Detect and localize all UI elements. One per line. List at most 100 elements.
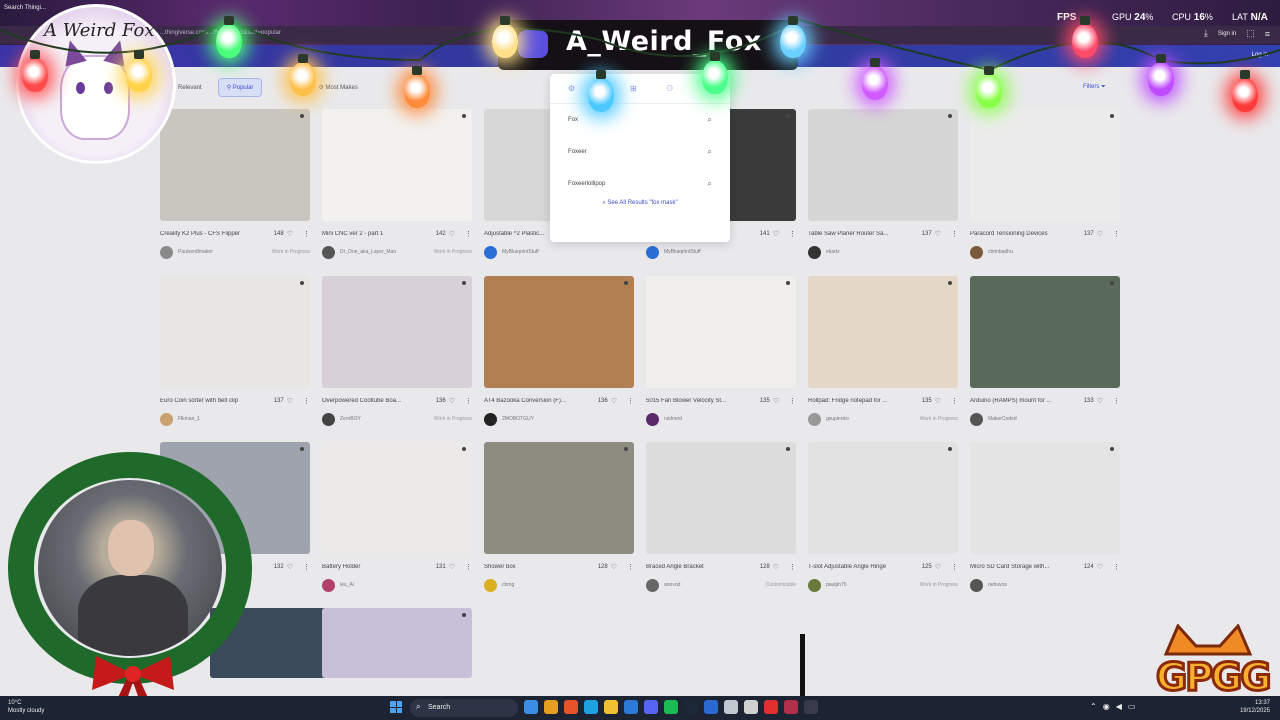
heart-icon[interactable]: ♡ — [287, 397, 293, 405]
avatar[interactable] — [322, 578, 335, 592]
thing-thumbnail[interactable] — [808, 109, 958, 221]
avatar[interactable] — [484, 245, 497, 259]
kebab-menu-icon[interactable]: ⋮ — [1113, 563, 1120, 571]
see-all-results-link[interactable]: ⌕ See All Results "fox mask" — [550, 200, 730, 207]
author-name[interactable]: MakerCoded — [988, 416, 1120, 422]
kebab-menu-icon[interactable]: ⋮ — [303, 563, 310, 571]
thing-card[interactable]: Arduino (RAMPS) mount for ... 133 ♡ ⋮ MakerC… — [970, 276, 1120, 426]
thing-thumbnail[interactable] — [646, 442, 796, 554]
thing-thumbnail[interactable] — [322, 276, 472, 388]
avatar[interactable] — [970, 245, 983, 259]
avatar[interactable] — [484, 412, 497, 426]
author-name[interactable]: ctmnbadhu — [988, 249, 1120, 255]
thing-card[interactable]: AT4 Bazooka Conversion (F)... 136 ♡ ⋮ 2MOBOT… — [484, 276, 634, 426]
avatar[interactable] — [646, 412, 659, 426]
app-icon[interactable] — [724, 700, 738, 714]
thing-thumbnail[interactable] — [646, 276, 796, 388]
author-name[interactable]: Dr_One_aka_Layer_Man — [340, 249, 434, 255]
thing-thumbnail[interactable] — [322, 442, 472, 554]
thing-card[interactable]: 5015 Fan Blower Velocity St... 135 ♡ ⋮ nzdne… — [646, 276, 796, 426]
kebab-menu-icon[interactable]: ⋮ — [789, 230, 796, 238]
thing-title[interactable]: Arduino (RAMPS) mount for ... — [970, 398, 1080, 404]
app-icon[interactable] — [784, 700, 798, 714]
steam-icon[interactable] — [684, 700, 698, 714]
thing-thumbnail[interactable] — [160, 276, 310, 388]
thing-card[interactable]: Euro Coin sorter with belt clip 137 ♡ ⋮ Flkm… — [160, 276, 310, 426]
thing-thumbnail[interactable] — [970, 276, 1120, 388]
chevron-up-icon[interactable]: ⌃ — [1090, 702, 1097, 711]
heart-icon[interactable]: ♡ — [935, 230, 941, 238]
avatar[interactable] — [808, 578, 821, 592]
thing-thumbnail[interactable] — [322, 608, 472, 678]
thing-card[interactable]: Braced Angle Bracket 128 ♡ ⋮ anovod Customiza… — [646, 442, 796, 592]
author-name[interactable]: Paulsen8maker — [178, 249, 272, 255]
heart-icon[interactable]: ♡ — [773, 397, 779, 405]
network-icon[interactable]: ◉ — [1103, 702, 1110, 711]
kebab-menu-icon[interactable]: ⋮ — [789, 397, 796, 405]
thing-card[interactable]: Micro SD Card Storage with... 124 ♡ ⋮ nebuvo… — [970, 442, 1120, 592]
thing-card[interactable]: Battery Holder 131 ♡ ⋮ leu_Ai — [322, 442, 472, 592]
avatar[interactable] — [322, 412, 335, 426]
suggestion-item[interactable]: Foxeer ⌕ — [550, 136, 730, 168]
heart-icon[interactable]: ♡ — [611, 563, 617, 571]
heart-icon[interactable]: ♡ — [287, 230, 293, 238]
heart-icon[interactable]: ♡ — [1097, 563, 1103, 571]
thing-title[interactable]: Battery Holder — [322, 564, 432, 570]
thing-thumbnail[interactable] — [970, 442, 1120, 554]
thing-title[interactable]: Shower box — [484, 564, 594, 570]
kebab-menu-icon[interactable]: ⋮ — [1113, 397, 1120, 405]
heart-icon[interactable]: ♡ — [1097, 230, 1103, 238]
avatar[interactable] — [484, 578, 497, 592]
thing-card[interactable]: Rollpad: Fridge notepad for ... 135 ♡ ⋮ gsup… — [808, 276, 958, 426]
thing-card[interactable]: ♡⋮ — [322, 608, 472, 678]
avatar[interactable] — [160, 245, 173, 259]
heart-icon[interactable]: ♡ — [287, 563, 293, 571]
thing-title[interactable]: Mini CNC ver 2 - part 1 — [322, 231, 432, 237]
avatar[interactable] — [322, 245, 335, 259]
app-icon[interactable] — [804, 700, 818, 714]
heart-icon[interactable]: ♡ — [449, 563, 455, 571]
avatar[interactable] — [970, 578, 983, 592]
kebab-menu-icon[interactable]: ⋮ — [789, 563, 796, 571]
thing-thumbnail[interactable] — [160, 109, 310, 221]
heart-icon[interactable]: ♡ — [611, 397, 617, 405]
thing-title[interactable]: Rollpad: Fridge notepad for ... — [808, 398, 918, 404]
kebab-menu-icon[interactable]: ⋮ — [951, 397, 958, 405]
thing-card[interactable]: Overpowered Cooltube Boa... 136 ♡ ⋮ ZeroBOY W… — [322, 276, 472, 426]
kebab-menu-icon[interactable]: ⋮ — [951, 563, 958, 571]
heart-icon[interactable]: ♡ — [935, 397, 941, 405]
suggestion-item[interactable]: Foxeerlollipop ⌕ — [550, 168, 730, 200]
battery-icon[interactable]: ▭ — [1128, 702, 1136, 711]
thing-card[interactable]: Paracord Tensioning Devices 137 ♡ ⋮ ctmnbadh… — [970, 109, 1120, 259]
author-name[interactable]: nebuvos — [988, 582, 1120, 588]
thing-title[interactable]: 5015 Fan Blower Velocity St... — [646, 398, 756, 404]
thing-card[interactable]: Mini CNC ver 2 - part 1 142 ♡ ⋮ Dr_One_aka_L… — [322, 109, 472, 259]
thing-title[interactable]: Braced Angle Bracket — [646, 564, 756, 570]
app-icon[interactable] — [544, 700, 558, 714]
firefox-icon[interactable] — [564, 700, 578, 714]
app-icon[interactable] — [524, 700, 538, 714]
heart-icon[interactable]: ♡ — [773, 230, 779, 238]
heart-icon[interactable]: ♡ — [1097, 397, 1103, 405]
thing-title[interactable]: T-slot Adjustable Angle Hinge — [808, 564, 918, 570]
start-button[interactable] — [390, 701, 402, 713]
app-icon[interactable] — [764, 700, 778, 714]
volume-icon[interactable]: ◀ — [1116, 702, 1122, 711]
kebab-menu-icon[interactable]: ⋮ — [951, 230, 958, 238]
thing-card[interactable]: T-slot Adjustable Angle Hinge 125 ♡ ⋮ paulph… — [808, 442, 958, 592]
kebab-menu-icon[interactable]: ⋮ — [303, 230, 310, 238]
kebab-menu-icon[interactable]: ⋮ — [465, 397, 472, 405]
thing-thumbnail[interactable] — [322, 109, 472, 221]
thing-title[interactable]: Micro SD Card Storage with... — [970, 564, 1080, 570]
app-icon[interactable] — [744, 700, 758, 714]
kebab-menu-icon[interactable]: ⋮ — [303, 397, 310, 405]
heart-icon[interactable]: ♡ — [449, 397, 455, 405]
author-name[interactable]: anovod — [664, 582, 766, 588]
author-name[interactable]: gsupienko — [826, 416, 920, 422]
thing-title[interactable]: Paracord Tensioning Devices — [970, 231, 1080, 237]
author-name[interactable]: 2MOBOTGUY — [502, 416, 634, 422]
thing-thumbnail[interactable] — [970, 109, 1120, 221]
thing-title[interactable]: Overpowered Cooltube Boa... — [322, 398, 432, 404]
author-name[interactable]: MyBlueprintStuff — [664, 249, 796, 255]
thing-card[interactable]: Creality K2 Plus - CFS Flipper 148 ♡ ⋮ Pauls… — [160, 109, 310, 259]
